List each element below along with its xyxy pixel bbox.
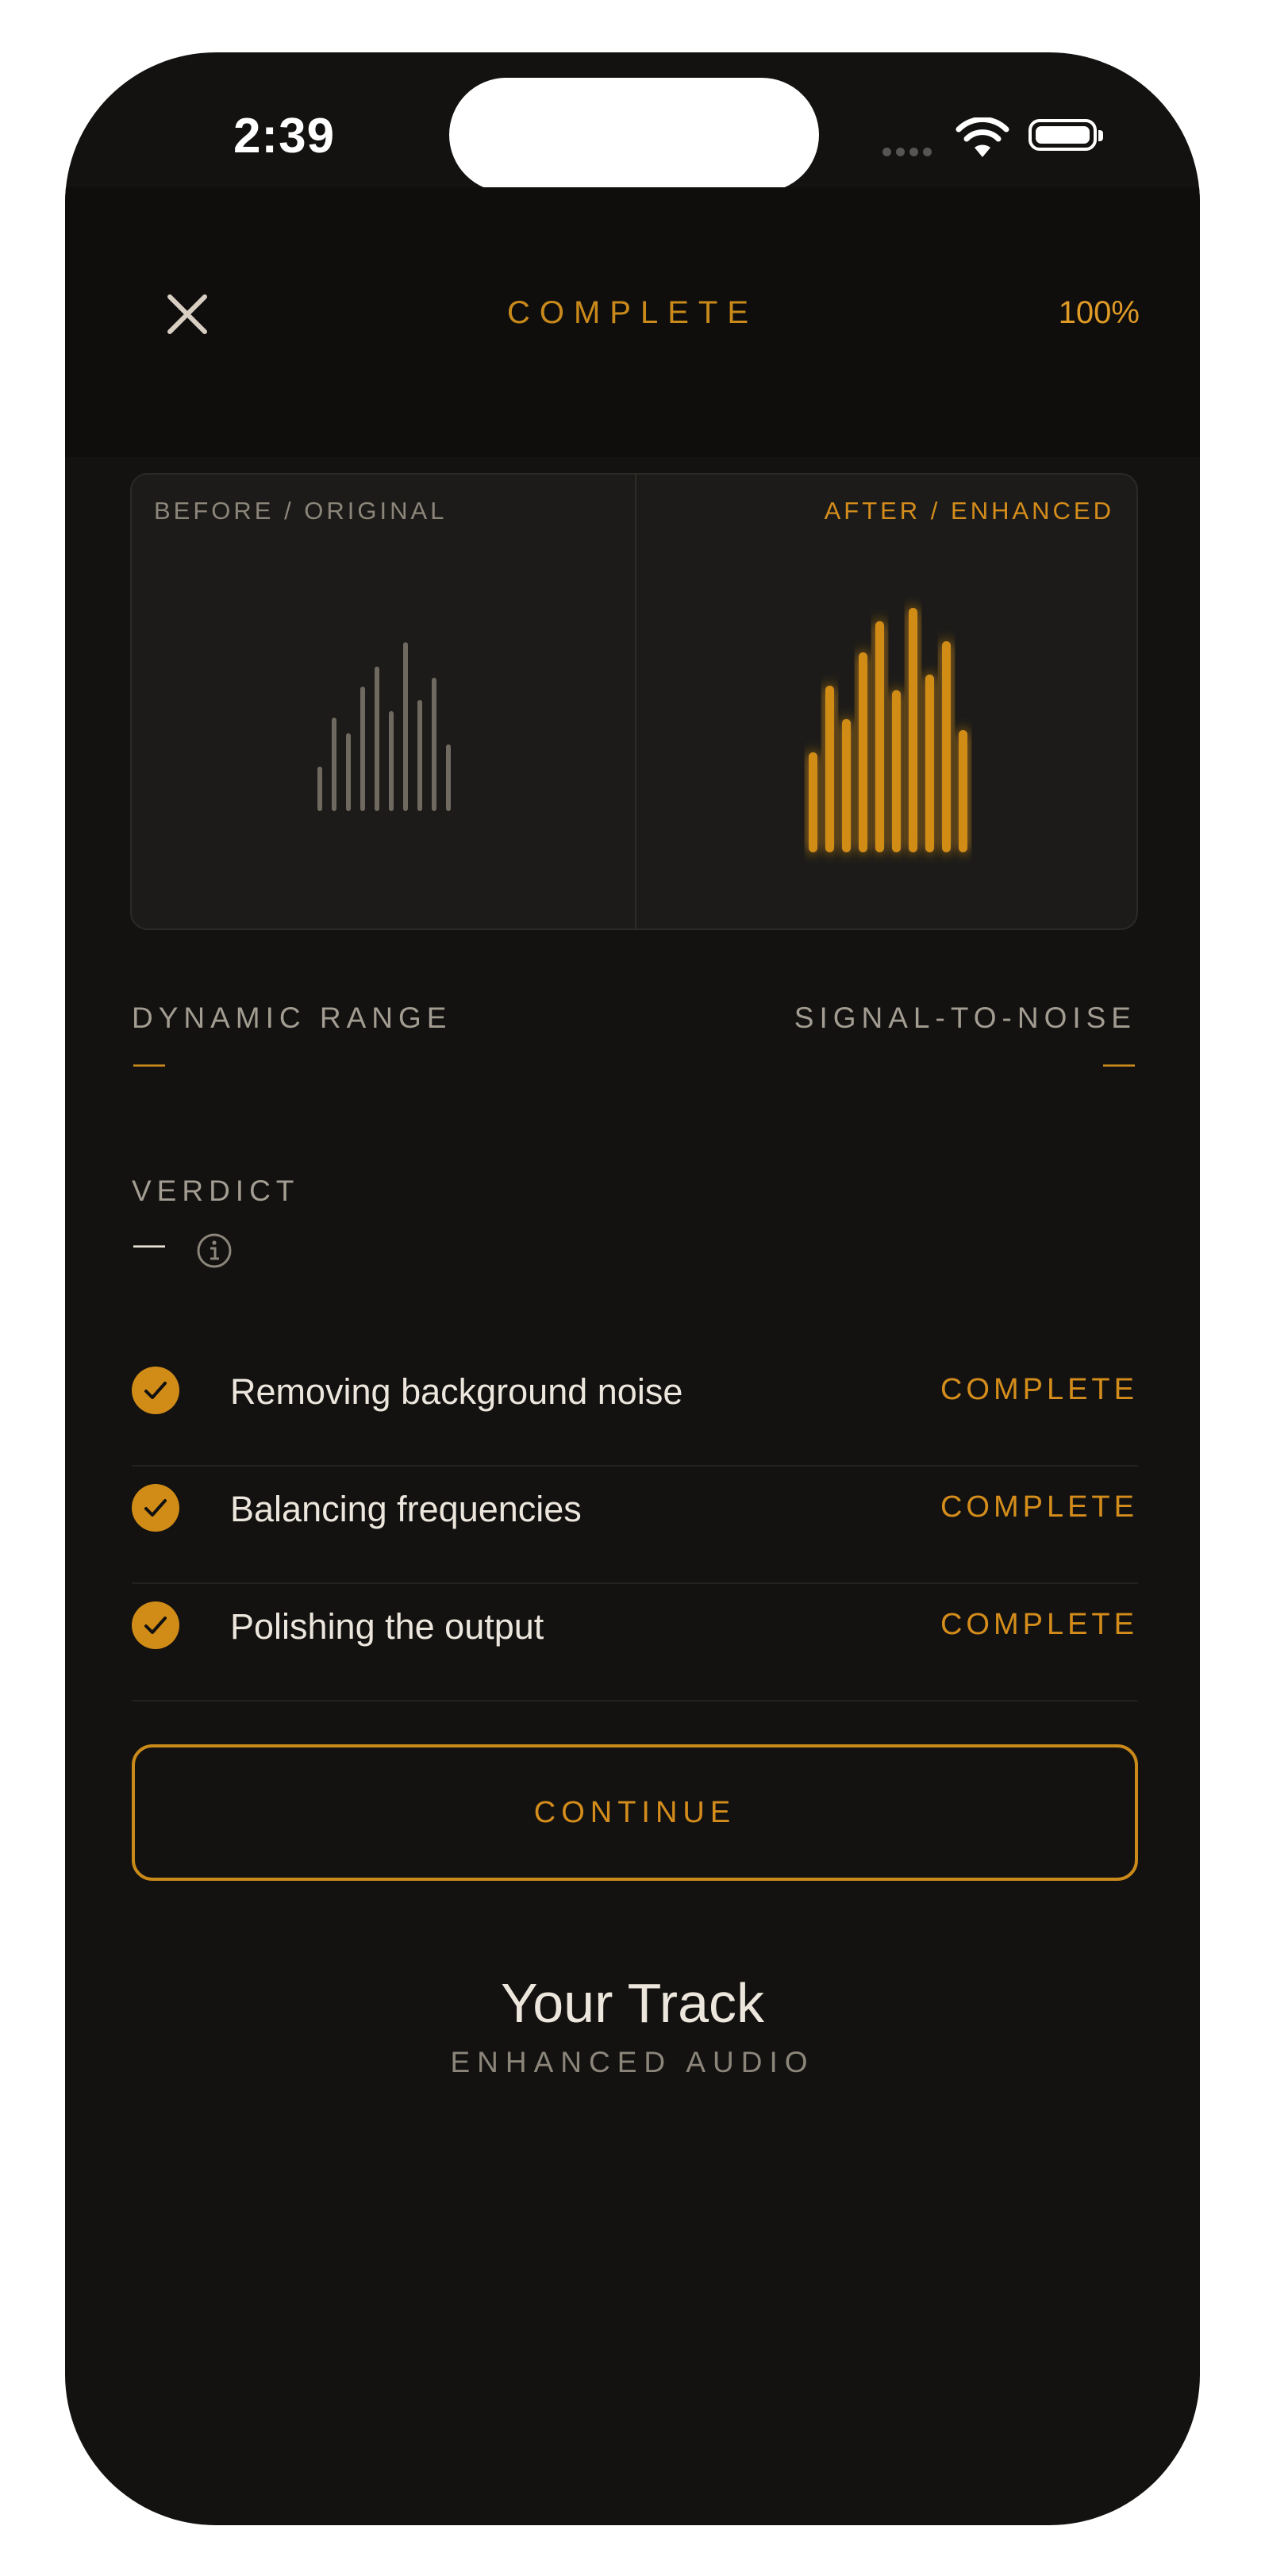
continue-button[interactable]: CONTINUE (132, 1744, 1138, 1881)
before-bar (417, 700, 422, 811)
check-icon (132, 1367, 179, 1414)
wifi-icon (955, 117, 1009, 157)
track-title: Your Track (500, 1972, 765, 2034)
step-name: Balancing frequencies (230, 1489, 582, 1529)
cellular-signal-icon (882, 146, 936, 160)
snr-value: — (1103, 1046, 1135, 1081)
after-bar (875, 621, 884, 852)
check-icon (132, 1601, 179, 1649)
step-noise-removal: Removing background noise COMPLETE (132, 1349, 1138, 1467)
before-bar (317, 767, 322, 811)
after-bar (942, 641, 951, 852)
info-icon[interactable] (195, 1232, 233, 1270)
before-bar (446, 744, 451, 811)
after-bar (925, 675, 934, 852)
track-subtitle: ENHANCED AUDIO (450, 2046, 815, 2078)
battery-icon (1029, 119, 1103, 151)
dynamic-range-value: — (133, 1046, 165, 1081)
after-bar (892, 690, 901, 852)
after-bar (859, 652, 867, 852)
before-after-comparison: BEFORE / ORIGINAL AFTER / ENHANCED (130, 473, 1138, 930)
after-bar (825, 686, 834, 852)
before-bar (375, 667, 379, 811)
step-name: Polishing the output (230, 1606, 544, 1647)
snr-label: SIGNAL-TO-NOISE (794, 1002, 1136, 1034)
verdict-label: VERDICT (132, 1175, 300, 1207)
step-status: COMPLETE (940, 1373, 1138, 1406)
before-bar (360, 686, 365, 811)
before-bar (389, 711, 394, 811)
check-icon (132, 1484, 179, 1532)
status-bar: 2:39 (65, 52, 1200, 192)
dynamic-range-label: DYNAMIC RANGE (132, 1002, 452, 1034)
continue-label: CONTINUE (533, 1795, 736, 1829)
step-polishing: Polishing the output COMPLETE (132, 1584, 1138, 1701)
waveform-bars (317, 608, 967, 852)
processing-steps: Removing background noise COMPLETE Balan… (132, 1349, 1138, 1701)
status-time: 2:39 (233, 109, 336, 163)
step-status: COMPLETE (940, 1490, 1138, 1524)
step-name: Removing background noise (230, 1371, 683, 1412)
after-bar (842, 719, 851, 852)
phone-screen: 2:39 (65, 52, 1200, 2525)
after-bar (809, 752, 817, 852)
before-bar (403, 642, 408, 811)
progress-percent: 100% (1058, 295, 1140, 330)
verdict-value: — (133, 1227, 165, 1262)
dynamic-island (449, 78, 819, 192)
before-bar (346, 733, 351, 811)
after-bar (909, 608, 917, 852)
before-bar (332, 717, 336, 811)
after-bar (959, 730, 967, 852)
before-bar (432, 678, 436, 811)
step-frequency-balance: Balancing frequencies COMPLETE (132, 1467, 1138, 1584)
step-status: COMPLETE (940, 1608, 1138, 1641)
